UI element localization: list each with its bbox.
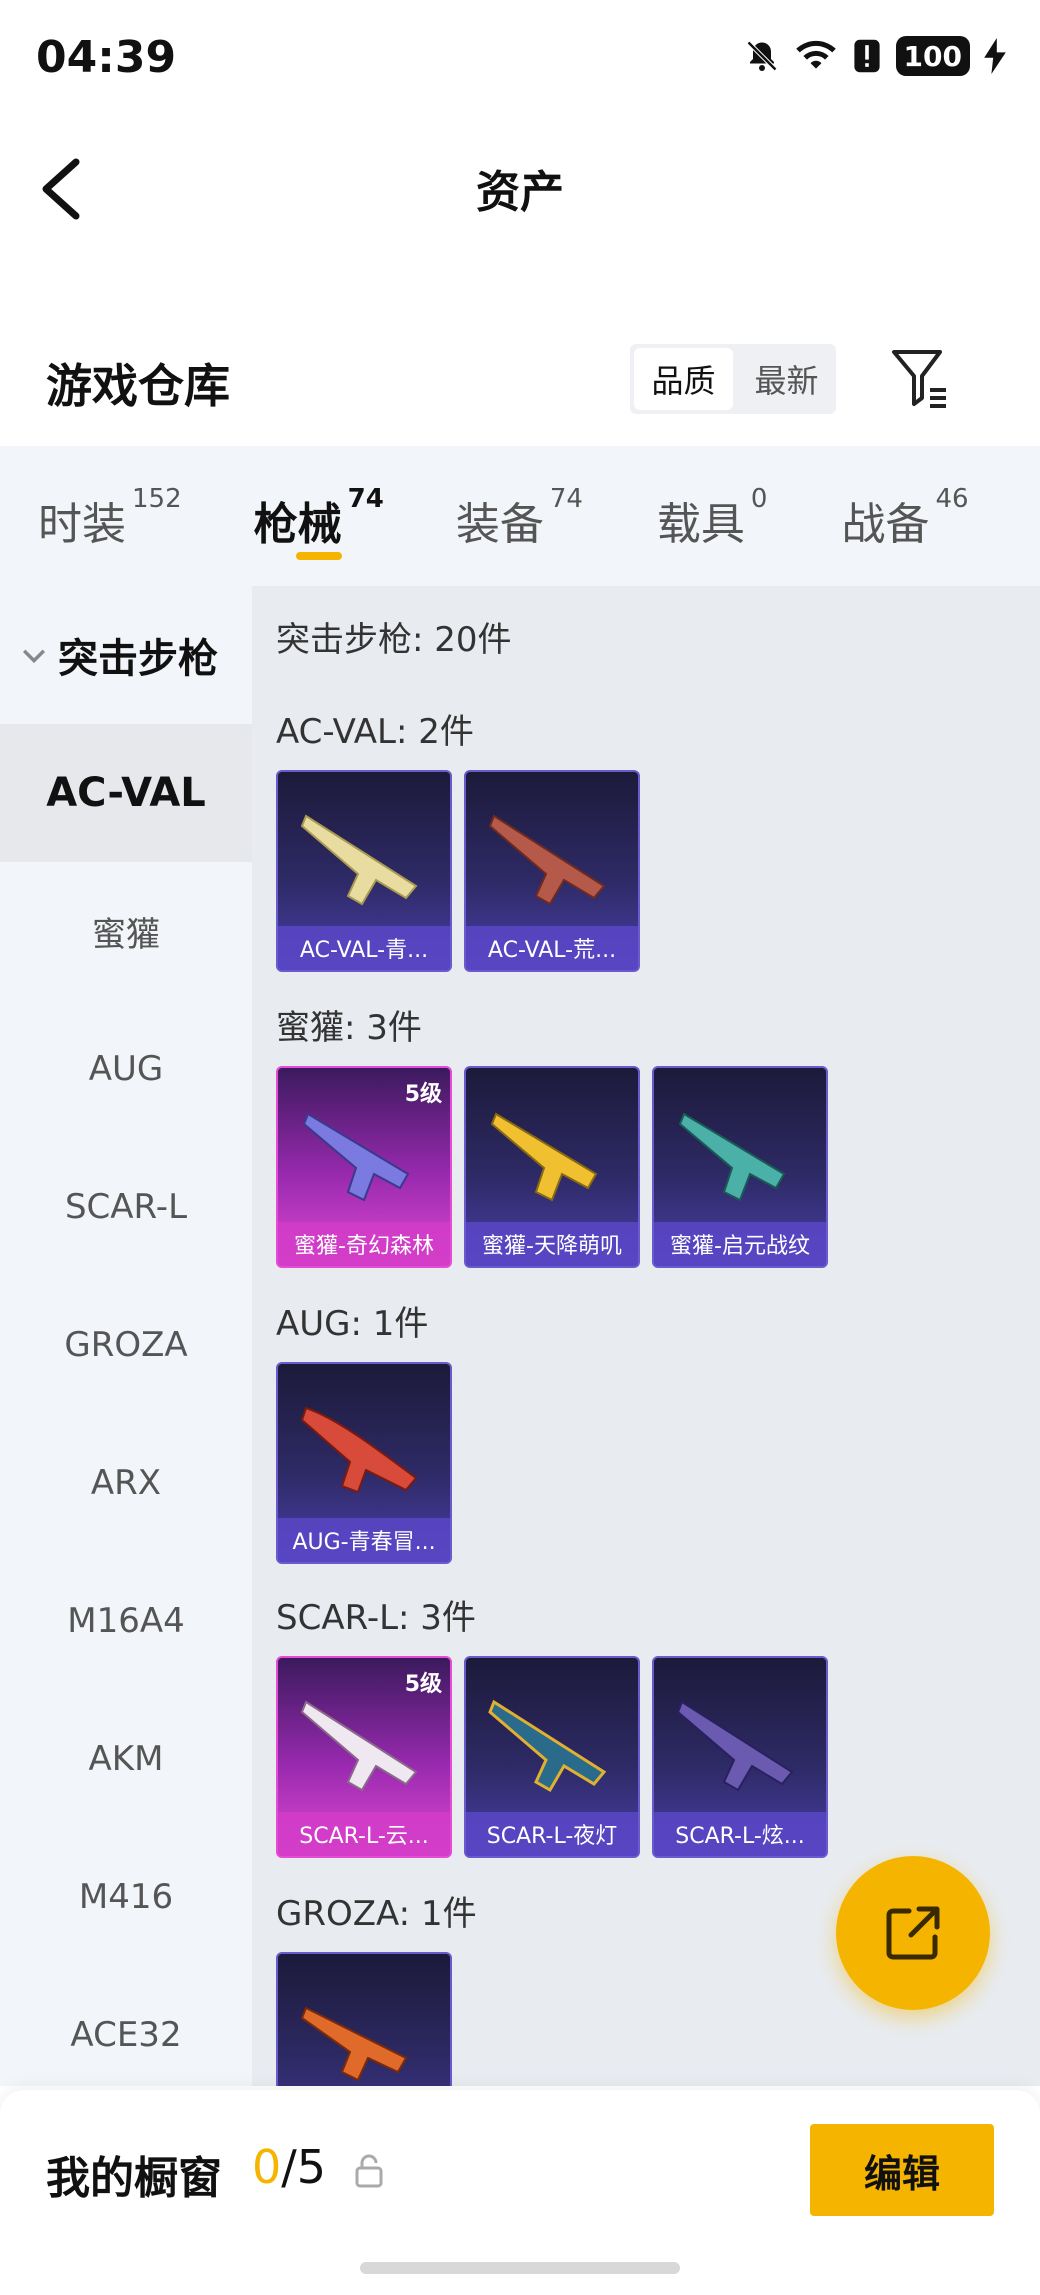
weapon-card[interactable]: 蜜獾-天降萌叽 xyxy=(464,1066,640,1268)
weapon-card[interactable]: 蜜獾-启元战纹 xyxy=(652,1066,828,1268)
sort-quality-button[interactable]: 品质 xyxy=(634,348,733,410)
rifle-icon xyxy=(488,814,606,906)
sidebar-item-acval[interactable]: AC-VAL xyxy=(0,724,252,862)
sort-latest-button[interactable]: 最新 xyxy=(737,344,836,414)
tab-equipment[interactable]: 装备 74 xyxy=(456,446,583,552)
home-indicator xyxy=(360,2262,680,2274)
rifle-icon xyxy=(490,1112,598,1202)
rifle-icon xyxy=(488,1699,607,1793)
weapon-sidebar: 突击步枪 AC-VAL 蜜獾 AUG SCAR-L GROZA ARX M16A… xyxy=(0,586,252,2086)
tab-label: 载具 xyxy=(656,499,745,550)
status-bar: 04:39 100 xyxy=(0,0,1040,120)
tab-label: 战备 xyxy=(841,499,930,550)
sidebar-item-scar-l[interactable]: SCAR-L xyxy=(0,1138,252,1276)
sidebar-item-arx[interactable]: ARX xyxy=(0,1414,252,1552)
weapon-card[interactable]: SCAR-L-夜灯 xyxy=(464,1656,640,1858)
external-link-icon xyxy=(886,1906,940,1960)
lock-icon xyxy=(355,2154,383,2188)
showcase-current: 0 xyxy=(252,2140,282,2194)
weapon-card[interactable]: AC-VAL-青... xyxy=(276,770,452,972)
group-title: 蜜獾: 3件 xyxy=(276,1008,422,1048)
tab-label: 时装 xyxy=(38,499,126,550)
weapon-card[interactable]: SCAR-L-炫... xyxy=(652,1656,828,1858)
rifle-icon xyxy=(302,1112,410,1202)
tab-count: 152 xyxy=(132,484,182,514)
rifle-icon xyxy=(676,1700,794,1792)
tab-guns[interactable]: 枪械 74 xyxy=(253,446,384,560)
group-title: AUG: 1件 xyxy=(276,1304,429,1344)
weapon-card[interactable]: 5级 蜜獾-奇幻森林 xyxy=(276,1066,452,1268)
sidebar-item-honey-badger[interactable]: 蜜獾 xyxy=(0,862,252,1000)
chevron-down-icon xyxy=(22,649,46,664)
sidebar-item-groza[interactable]: GROZA xyxy=(0,1276,252,1414)
wifi-icon xyxy=(794,38,838,74)
tab-count: 46 xyxy=(935,484,969,514)
charging-icon xyxy=(984,38,1006,74)
sidebar-item-ace32[interactable]: ACE32 xyxy=(0,1966,252,2104)
tab-label: 枪械 xyxy=(253,499,342,550)
weapon-card-label: AC-VAL-青... xyxy=(278,926,450,970)
weapon-card[interactable]: AUG-青春冒... xyxy=(276,1362,452,1564)
weapon-card-label: 蜜獾-奇幻森林 xyxy=(278,1222,450,1266)
weapon-card[interactable]: AC-VAL-荒... xyxy=(464,770,640,972)
group-title: AC-VAL: 2件 xyxy=(276,712,474,752)
rifle-icon xyxy=(300,1700,418,1792)
weapon-card-label: SCAR-L-云... xyxy=(278,1812,450,1856)
sort-toggle: 品质 最新 xyxy=(630,344,836,414)
weapon-card-label: 蜜獾-天降萌叽 xyxy=(466,1222,638,1266)
sidebar-group-assault-rifles[interactable]: 突击步枪 xyxy=(0,586,252,724)
warehouse-row: 游戏仓库 品质 最新 xyxy=(0,330,1040,450)
share-fab-button[interactable] xyxy=(836,1856,990,2010)
level-badge: 5级 xyxy=(404,1672,442,1697)
filter-button[interactable] xyxy=(890,346,950,410)
rifle-icon xyxy=(300,814,418,906)
edit-button[interactable]: 编辑 xyxy=(810,2124,994,2216)
group-title: GROZA: 1件 xyxy=(276,1894,477,1934)
page-title: 资产 xyxy=(476,167,564,218)
level-badge: 5级 xyxy=(404,1082,442,1107)
battery-level: 100 xyxy=(895,36,970,76)
tab-count: 0 xyxy=(750,484,768,514)
weapon-card-label: 蜜獾-启元战纹 xyxy=(654,1222,826,1266)
tab-count: 74 xyxy=(347,484,384,514)
active-tab-indicator xyxy=(295,552,342,560)
rifle-icon xyxy=(300,2006,408,2082)
showcase-count: 0/5 xyxy=(252,2140,326,2194)
sidebar-item-m16a4[interactable]: M16A4 xyxy=(0,1552,252,1690)
sidebar-group-label: 突击步枪 xyxy=(58,636,218,682)
status-icons: 100 xyxy=(744,36,1006,76)
rifle-icon xyxy=(678,1112,786,1202)
tab-count: 74 xyxy=(549,484,583,514)
weapon-card-label: AUG-青春冒... xyxy=(278,1518,450,1562)
tab-gear[interactable]: 战备 46 xyxy=(841,446,968,552)
page-header: 资产 xyxy=(0,120,1040,250)
sidebar-item-m416[interactable]: M416 xyxy=(0,1828,252,1966)
weapon-card-label: SCAR-L-炫... xyxy=(654,1812,826,1856)
showcase-max: /5 xyxy=(281,2140,327,2194)
showcase-label: 我的橱窗 xyxy=(46,2153,222,2204)
weapon-card-label: SCAR-L-夜灯 xyxy=(466,1812,638,1856)
sidebar-item-akm[interactable]: AKM xyxy=(0,1690,252,1828)
section-title: 突击步枪: 20件 xyxy=(276,620,512,660)
status-time: 04:39 xyxy=(36,32,177,83)
rifle-icon xyxy=(300,1406,418,1494)
category-tabs: 时装 152 枪械 74 装备 74 载具 0 战备 46 xyxy=(0,446,1040,586)
filter-icon xyxy=(892,350,946,408)
tab-fashion[interactable]: 时装 152 xyxy=(38,446,182,552)
tab-label: 装备 xyxy=(455,499,544,550)
weapon-card[interactable]: 5级 SCAR-L-云... xyxy=(276,1656,452,1858)
weapon-card-label: AC-VAL-荒... xyxy=(466,926,638,970)
tab-vehicles[interactable]: 载具 0 xyxy=(657,446,768,552)
alert-icon xyxy=(852,38,882,74)
mute-bell-icon xyxy=(744,38,780,74)
group-title: SCAR-L: 3件 xyxy=(276,1598,476,1638)
sidebar-item-aug[interactable]: AUG xyxy=(0,1000,252,1138)
weapon-card[interactable] xyxy=(276,1952,452,2086)
warehouse-title: 游戏仓库 xyxy=(46,359,230,413)
app-screen: 04:39 100 资产 游戏仓库 品质 最新 时装 152 枪械 74 装备 … xyxy=(0,0,1040,2295)
